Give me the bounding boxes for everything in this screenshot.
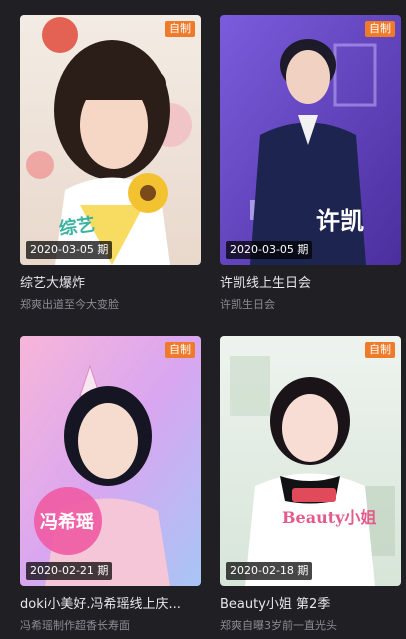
video-thumbnail-4[interactable]: Beauty小姐 自制 2020-02-18 期	[220, 336, 401, 586]
poster-show-logo: Beauty小姐	[282, 508, 377, 527]
video-card-4[interactable]: Beauty小姐 自制 2020-02-18 期 Beauty小姐 第2季 郑爽…	[220, 336, 401, 634]
video-card-3[interactable]: 冯希瑶 自制 2020-02-21 期 doki小美好.冯希瑶线上庆... 冯希…	[20, 336, 201, 634]
episode-date-label: 2020-03-05 期	[26, 241, 113, 259]
episode-date-label: 2020-02-21 期	[26, 562, 113, 580]
video-card-2[interactable]: 许凯 自制 2020-03-05 期 许凯线上生日会 许凯生日会	[220, 15, 401, 313]
original-badge: 自制	[165, 342, 195, 358]
video-subtitle: 许凯生日会	[220, 298, 275, 311]
video-thumbnail-3[interactable]: 冯希瑶 自制 2020-02-21 期	[20, 336, 201, 586]
video-thumbnail-1[interactable]: 综艺 自制 2020-03-05 期	[20, 15, 201, 265]
video-grid: 综艺 自制 2020-03-05 期 综艺大爆炸 郑爽出道至今大变脸 许凯 自制…	[0, 0, 406, 639]
episode-date-label: 2020-03-05 期	[226, 241, 313, 259]
poster-name-text: 许凯	[316, 207, 364, 235]
video-title[interactable]: 许凯线上生日会	[220, 275, 401, 293]
video-card-1[interactable]: 综艺 自制 2020-03-05 期 综艺大爆炸 郑爽出道至今大变脸	[20, 15, 201, 313]
original-badge: 自制	[165, 21, 195, 37]
video-thumbnail-2[interactable]: 许凯 自制 2020-03-05 期	[220, 15, 401, 265]
poster-art-3	[20, 336, 201, 586]
video-subtitle: 郑爽出道至今大变脸	[20, 298, 119, 311]
video-title[interactable]: doki小美好.冯希瑶线上庆...	[20, 596, 201, 614]
original-badge: 自制	[365, 342, 395, 358]
episode-date-label: 2020-02-18 期	[226, 562, 313, 580]
poster-art-2	[220, 15, 401, 265]
poster-art-4	[220, 336, 401, 586]
video-subtitle: 冯希瑶制作超香长寿面	[20, 619, 130, 632]
poster-art-1: 综艺	[20, 15, 201, 265]
original-badge: 自制	[365, 21, 395, 37]
video-subtitle: 郑爽自曝3岁前一直光头	[220, 619, 337, 632]
poster-name-text: 冯希瑶	[40, 512, 94, 533]
video-title[interactable]: Beauty小姐 第2季	[220, 596, 401, 614]
video-title[interactable]: 综艺大爆炸	[20, 275, 201, 293]
